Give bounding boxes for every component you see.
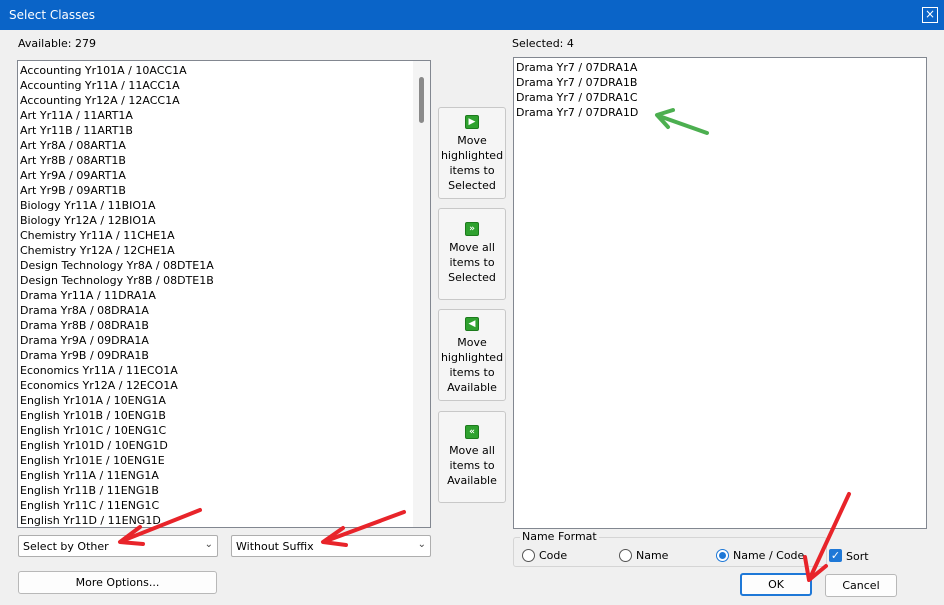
close-icon: × [924,7,936,21]
radio-code-label: Code [539,549,568,562]
title-bar: Select Classes × [0,0,944,30]
ok-button[interactable]: OK [740,573,812,596]
available-list-item[interactable]: Accounting Yr11A / 11ACC1A [19,78,214,93]
available-listbox[interactable]: Accounting Yr101A / 10ACC1A Accounting Yr… [17,60,431,528]
sort-checkbox[interactable]: ✓ [829,549,842,562]
available-list-item[interactable]: Art Yr11B / 11ART1B [19,123,214,138]
available-list-item[interactable]: Economics Yr12A / 12ECO1A [19,378,214,393]
available-list-item[interactable]: Drama Yr8B / 08DRA1B [19,318,214,333]
available-list-item[interactable]: Accounting Yr101A / 10ACC1A [19,63,214,78]
close-button[interactable]: × [922,7,938,23]
available-list-item[interactable]: English Yr101D / 10ENG1D [19,438,214,453]
available-list-item[interactable]: English Yr101C / 10ENG1C [19,423,214,438]
arrow-right-icon: ▶ [465,115,479,129]
available-list-item[interactable]: Art Yr8B / 08ART1B [19,153,214,168]
move-all-to-available-label: Move all items to Available [447,444,497,487]
move-all-to-selected-label: Move all items to Selected [448,241,496,284]
available-scrollbar[interactable] [413,61,430,527]
available-list-item[interactable]: Drama Yr9A / 09DRA1A [19,333,214,348]
selected-list-item[interactable]: Drama Yr7 / 07DRA1D [515,105,638,120]
scroll-thumb[interactable] [419,77,424,123]
move-highlighted-to-selected-button[interactable]: ▶ Move highlighted items to Selected [438,107,506,199]
radio-name-code-label: Name / Code [733,549,805,562]
radio-code[interactable] [522,549,535,562]
chevron-down-icon: ⌄ [417,539,426,550]
move-all-to-available-button[interactable]: « Move all items to Available [438,411,506,503]
available-list-item[interactable]: Accounting Yr12A / 12ACC1A [19,93,214,108]
move-highlighted-to-available-button[interactable]: ◀ Move highlighted items to Available [438,309,506,401]
available-list-item[interactable]: Economics Yr11A / 11ECO1A [19,363,214,378]
available-list-item[interactable]: Art Yr9B / 09ART1B [19,183,214,198]
select-by-dropdown[interactable]: Select by Other ⌄ [18,535,218,557]
available-count-label: Available: 279 [18,37,96,50]
name-format-group: Name Format Code Name Name / Code [513,530,827,567]
radio-name[interactable] [619,549,632,562]
arrow-left-icon: ◀ [465,317,479,331]
available-list-item[interactable]: Art Yr8A / 08ART1A [19,138,214,153]
available-list-item[interactable]: Drama Yr9B / 09DRA1B [19,348,214,363]
select-by-value: Select by Other [23,540,109,553]
selected-list-item[interactable]: Drama Yr7 / 07DRA1A [515,60,638,75]
available-list-item[interactable]: English Yr11A / 11ENG1A [19,468,214,483]
available-list-item[interactable]: Design Technology Yr8B / 08DTE1B [19,273,214,288]
available-list-item[interactable]: English Yr101B / 10ENG1B [19,408,214,423]
available-list-item[interactable]: Chemistry Yr11A / 11CHE1A [19,228,214,243]
available-list-item[interactable]: Drama Yr8A / 08DRA1A [19,303,214,318]
available-list-item[interactable]: Art Yr9A / 09ART1A [19,168,214,183]
more-options-button[interactable]: More Options... [18,571,217,594]
available-list-item[interactable]: English Yr11B / 11ENG1B [19,483,214,498]
suffix-dropdown[interactable]: Without Suffix ⌄ [231,535,431,557]
selected-count-label: Selected: 4 [512,37,574,50]
available-list-item[interactable]: Chemistry Yr12A / 12CHE1A [19,243,214,258]
suffix-value: Without Suffix [236,540,314,553]
available-list-item[interactable]: English Yr101E / 10ENG1E [19,453,214,468]
move-highlighted-to-available-label: Move highlighted items to Available [440,336,504,394]
selected-listbox[interactable]: Drama Yr7 / 07DRA1A Drama Yr7 / 07DRA1B Dr… [513,57,927,529]
double-arrow-left-icon: « [465,425,479,439]
chevron-down-icon: ⌄ [204,539,213,550]
available-list-item[interactable]: Design Technology Yr8A / 08DTE1A [19,258,214,273]
radio-name-code[interactable] [716,549,729,562]
sort-label: Sort [846,550,869,563]
selected-list-item[interactable]: Drama Yr7 / 07DRA1C [515,90,638,105]
cancel-button[interactable]: Cancel [825,574,897,597]
selected-list-item[interactable]: Drama Yr7 / 07DRA1B [515,75,638,90]
available-list-item[interactable]: English Yr101A / 10ENG1A [19,393,214,408]
available-list-item[interactable]: English Yr11D / 11ENG1D [19,513,214,527]
available-list-item[interactable]: Biology Yr11A / 11BIO1A [19,198,214,213]
double-arrow-right-icon: » [465,222,479,236]
radio-name-label: Name [636,549,669,562]
available-list-item[interactable]: Drama Yr11A / 11DRA1A [19,288,214,303]
window-title: Select Classes [9,8,96,22]
available-list-item[interactable]: Art Yr11A / 11ART1A [19,108,214,123]
move-all-to-selected-button[interactable]: » Move all items to Selected [438,208,506,300]
move-highlighted-to-selected-label: Move highlighted items to Selected [440,134,504,192]
available-list-item[interactable]: English Yr11C / 11ENG1C [19,498,214,513]
name-format-title: Name Format [520,530,599,543]
available-list-item[interactable]: Biology Yr12A / 12BIO1A [19,213,214,228]
